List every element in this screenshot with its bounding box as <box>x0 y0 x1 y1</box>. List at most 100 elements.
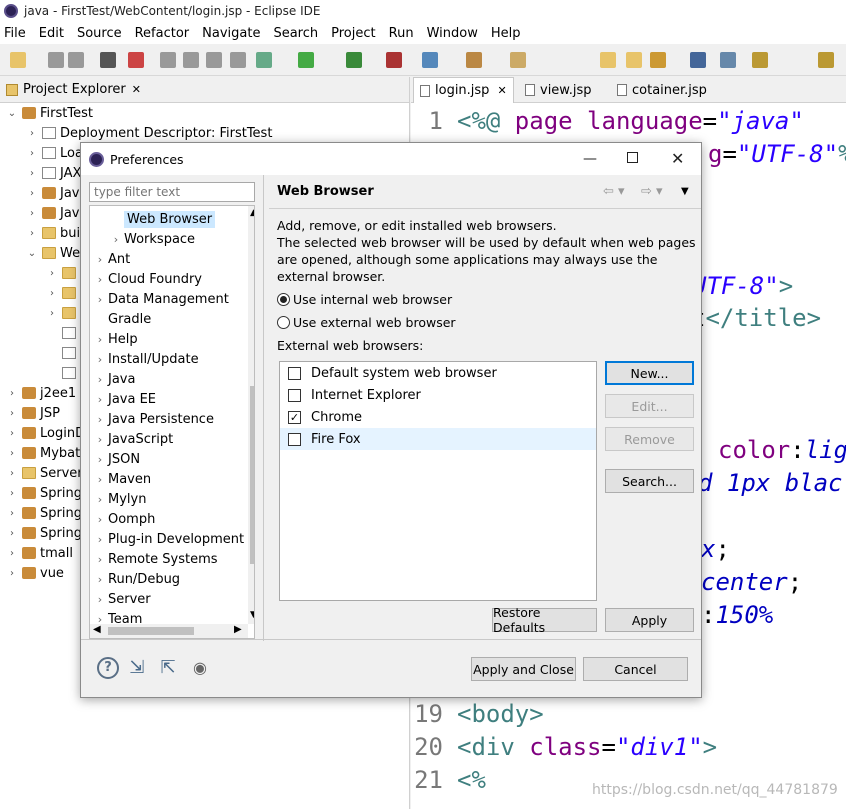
chevron-right-icon[interactable]: › <box>26 188 38 199</box>
help-icon[interactable]: ? <box>97 657 119 679</box>
menu-icon[interactable]: ▼ <box>681 186 689 197</box>
chevron-right-icon[interactable]: › <box>92 413 108 426</box>
toolbar-icon[interactable] <box>466 52 482 68</box>
chevron-right-icon[interactable]: › <box>92 333 108 346</box>
tree-item[interactable]: › j2ee1 <box>6 383 76 403</box>
checkbox[interactable] <box>288 388 301 402</box>
chevron-right-icon[interactable]: › <box>92 593 108 606</box>
search-button[interactable]: Search... <box>605 469 694 493</box>
toolbar-icon[interactable] <box>100 52 116 68</box>
checkbox[interactable] <box>288 432 301 446</box>
chevron-right-icon[interactable]: › <box>26 208 38 219</box>
browser-row[interactable]: Default system web browser <box>280 362 596 384</box>
chevron-right-icon[interactable]: › <box>92 373 108 386</box>
project-explorer-tab[interactable]: Project Explorer ✕ ▽ ‒ <box>0 77 409 176</box>
tree-item[interactable]: › JSP <box>6 403 60 423</box>
remove-button[interactable]: Remove <box>605 427 694 451</box>
pref-nav-item[interactable]: › Remote Systems <box>92 549 218 569</box>
tree-item[interactable]: ⌄ FirstTest <box>6 103 93 123</box>
tree-item[interactable]: › Deployment Descriptor: FirstTest <box>26 123 272 143</box>
pref-nav-item[interactable]: › Plug-in Development <box>92 529 244 549</box>
pref-nav-item[interactable]: › Install/Update <box>92 349 199 369</box>
chevron-right-icon[interactable]: › <box>26 168 38 179</box>
tree-item[interactable]: › JAX <box>26 163 81 183</box>
toolbar-icon[interactable] <box>160 52 176 68</box>
chevron-right-icon[interactable]: › <box>92 473 108 486</box>
cancel-button[interactable]: Cancel <box>583 657 688 681</box>
radio-internal-dot[interactable] <box>277 293 290 306</box>
scroll-thumb[interactable] <box>250 386 254 564</box>
menu-item-help[interactable]: Help <box>491 26 521 41</box>
toolbar-icon[interactable] <box>48 52 64 68</box>
chevron-right-icon[interactable]: › <box>108 233 124 246</box>
pref-nav-item[interactable]: › Workspace <box>108 229 195 249</box>
chevron-right-icon[interactable]: › <box>6 408 18 419</box>
tree-item[interactable]: › Spring <box>6 523 82 543</box>
close-icon[interactable]: ✕ <box>497 84 506 97</box>
menu-item-run[interactable]: Run <box>389 26 414 41</box>
toolbar-icon[interactable] <box>818 52 834 68</box>
tree-item[interactable]: › Server <box>6 463 83 483</box>
tree-item[interactable]: › <box>46 263 80 283</box>
pref-nav-item[interactable]: › Oomph <box>92 509 156 529</box>
chevron-right-icon[interactable]: › <box>6 388 18 399</box>
toolbar-icon[interactable] <box>206 52 222 68</box>
chevron-right-icon[interactable]: › <box>26 128 38 139</box>
chevron-right-icon[interactable]: › <box>26 148 38 159</box>
toolbar-icon[interactable] <box>256 52 272 68</box>
chevron-right-icon[interactable]: › <box>92 253 108 266</box>
radio-external-dot[interactable] <box>277 316 290 329</box>
chevron-right-icon[interactable]: › <box>92 273 108 286</box>
toolbar-icon[interactable] <box>752 52 768 68</box>
pref-nav-item[interactable]: › Data Management <box>92 289 229 309</box>
pref-nav-item[interactable]: › Cloud Foundry <box>92 269 202 289</box>
toolbar-icon[interactable] <box>298 52 314 68</box>
tree-item[interactable]: › Spring <box>6 503 82 523</box>
chevron-right-icon[interactable]: › <box>6 448 18 459</box>
toolbar-icon[interactable] <box>128 52 144 68</box>
chevron-right-icon[interactable]: › <box>6 528 18 539</box>
scroll-down-icon[interactable]: ▼ <box>250 610 254 620</box>
chevron-right-icon[interactable]: › <box>92 433 108 446</box>
toolbar-icon[interactable] <box>650 52 666 68</box>
chevron-right-icon[interactable]: › <box>92 453 108 466</box>
menu-item-project[interactable]: Project <box>331 26 375 41</box>
toolbar-icon[interactable] <box>10 52 26 68</box>
pref-nav-item[interactable]: Web Browser <box>108 209 216 229</box>
chevron-down-icon[interactable]: ⌄ <box>26 248 38 259</box>
pref-nav-item[interactable]: › Mylyn <box>92 489 147 509</box>
chevron-right-icon[interactable]: › <box>92 493 108 506</box>
tree-item[interactable]: › Java <box>26 183 87 203</box>
menu-item-edit[interactable]: Edit <box>39 26 64 41</box>
pref-nav-item[interactable]: › Java <box>92 369 136 389</box>
menu-item-file[interactable]: File <box>4 26 26 41</box>
checkbox[interactable] <box>288 366 301 380</box>
scroll-up-icon[interactable]: ▲ <box>250 208 254 218</box>
editor-tab[interactable]: cotainer.jsp <box>611 77 713 103</box>
toolbar-icon[interactable] <box>626 52 642 68</box>
chevron-right-icon[interactable]: › <box>6 488 18 499</box>
chevron-right-icon[interactable]: › <box>26 228 38 239</box>
chevron-right-icon[interactable]: › <box>92 353 108 366</box>
new-button[interactable]: New... <box>605 361 694 385</box>
editor-tab[interactable]: login.jsp ✕ <box>413 77 514 103</box>
vertical-scrollbar[interactable]: ▲ ▼ <box>248 206 254 624</box>
toolbar-icon[interactable] <box>183 52 199 68</box>
scroll-left-icon[interactable]: ◀ <box>93 624 101 635</box>
pref-nav-item[interactable]: › JavaScript <box>92 429 173 449</box>
toolbar-icon[interactable] <box>386 52 402 68</box>
tree-item[interactable]: › Mybat <box>6 443 80 463</box>
export-icon[interactable]: ⇱ <box>157 657 179 679</box>
close-icon[interactable]: ✕ <box>671 149 684 168</box>
chevron-right-icon[interactable]: › <box>46 268 58 279</box>
chevron-right-icon[interactable]: › <box>46 288 58 299</box>
chevron-right-icon[interactable]: › <box>6 468 18 479</box>
toolbar-icon[interactable] <box>600 52 616 68</box>
chevron-down-icon[interactable]: ⌄ <box>6 108 18 119</box>
close-icon[interactable]: ✕ <box>132 83 141 96</box>
chevron-right-icon[interactable]: › <box>6 568 18 579</box>
menu-item-search[interactable]: Search <box>273 26 318 41</box>
chevron-right-icon[interactable]: › <box>6 508 18 519</box>
tree-item[interactable]: › Loa <box>26 143 83 163</box>
menu-item-refactor[interactable]: Refactor <box>135 26 190 41</box>
